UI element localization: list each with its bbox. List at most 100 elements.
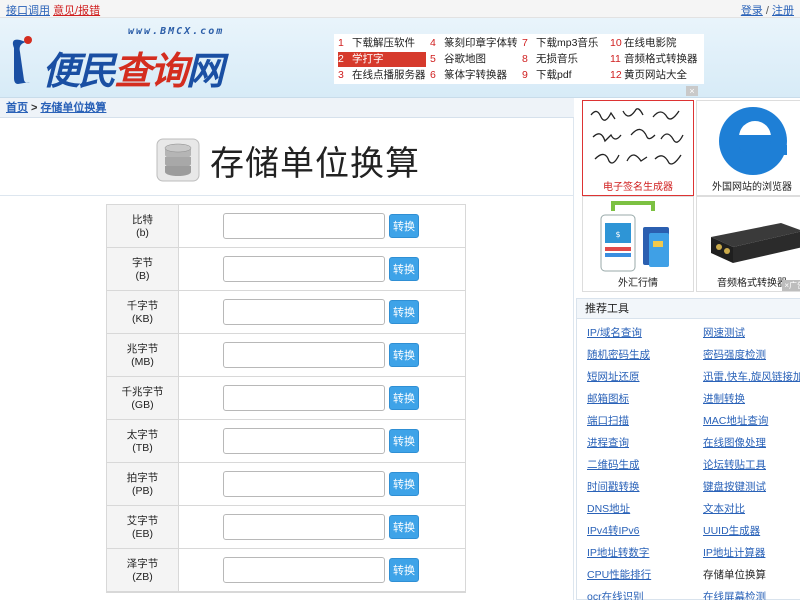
hot-link-12[interactable]: 12 黄页网站大全	[610, 68, 687, 83]
site-logo[interactable]: www.BMCX.com 便民查询网	[8, 24, 248, 93]
breadcrumb-current[interactable]: 存储单位换算	[40, 102, 106, 114]
convert-button[interactable]: 转换	[389, 300, 419, 324]
eb-input[interactable]	[223, 514, 385, 540]
convert-button[interactable]: 转换	[389, 515, 419, 539]
hot-link-label: 音频格式转换器	[624, 53, 698, 65]
tool-link[interactable]: IP地址转数字	[587, 545, 649, 560]
logo-brand: 便民查询网	[42, 40, 224, 95]
gb-input[interactable]	[223, 385, 385, 411]
audio-converter-device-icon	[711, 223, 800, 263]
tool-link[interactable]: CPU性能排行	[587, 567, 651, 582]
logo-brand-blue: 便民	[42, 49, 116, 93]
unit-abbr: (TB)	[132, 442, 153, 454]
unit-name: 字节	[132, 257, 153, 269]
ad-audio-converter[interactable]: 音频格式转换器 ×广告	[696, 196, 800, 292]
unit-name: 拍字节	[126, 472, 159, 484]
ad-signature[interactable]: 电子签名生成器	[582, 100, 694, 196]
tool-link[interactable]: 进制转换	[703, 391, 745, 406]
hot-link-3[interactable]: 3 在线点播服务器	[338, 68, 426, 83]
unit-label: 比特 (b)	[107, 205, 179, 247]
hot-link-4[interactable]: 4 篆刻印章字体转	[430, 36, 518, 51]
hot-link-num: 8	[522, 53, 528, 65]
converter-table: 比特 (b) 转换 字节 (B) 转换 千字节 (KB) 转换 兆字节 (MB) 转换 …	[106, 204, 466, 593]
byte-input[interactable]	[223, 256, 385, 282]
convert-button[interactable]: 转换	[389, 257, 419, 281]
tool-link[interactable]: 在线图像处理	[703, 435, 766, 450]
hot-link-num: 5	[430, 53, 436, 65]
unit-label: 字节 (B)	[107, 248, 179, 290]
pb-input[interactable]	[223, 471, 385, 497]
site-header: www.BMCX.com 便民查询网 1 下载解压软件 2 学打字 3 在线点播服务器…	[0, 18, 800, 98]
tool-link[interactable]: 密码强度检测	[703, 347, 766, 362]
tools-heading: 推荐工具	[577, 299, 800, 319]
tool-link[interactable]: 文本对比	[703, 501, 745, 516]
tb-input[interactable]	[223, 428, 385, 454]
tool-link[interactable]: 二维码生成	[587, 457, 640, 472]
unit-abbr: (GB)	[131, 399, 154, 411]
hot-links-close-icon[interactable]: ×	[686, 86, 698, 96]
value-cell: 转换	[179, 549, 467, 591]
tool-link[interactable]: 邮箱图标	[587, 391, 629, 406]
feedback-link[interactable]: 意见/报错	[53, 5, 100, 17]
ad-browser[interactable]: 外国网站的浏览器	[696, 100, 800, 196]
register-link[interactable]: 注册	[772, 5, 794, 17]
tool-link[interactable]: UUID生成器	[703, 523, 760, 538]
hot-link-2[interactable]: 2 学打字	[338, 52, 426, 67]
tool-link[interactable]: 时间戳转换	[587, 479, 640, 494]
zb-input[interactable]	[223, 557, 385, 583]
ad-forex[interactable]: $ 外汇行情	[582, 196, 694, 292]
tool-link[interactable]: 网速测试	[703, 325, 745, 340]
signature-image-icon	[590, 108, 684, 165]
tool-link[interactable]: MAC地址查询	[703, 413, 768, 428]
converter-row-bit: 比特 (b) 转换	[107, 205, 465, 248]
value-cell: 转换	[179, 205, 467, 247]
tool-link[interactable]: 键盘按键测试	[703, 479, 766, 494]
tool-link[interactable]: 论坛转贴工具	[703, 457, 766, 472]
tool-link[interactable]: 随机密码生成	[587, 347, 650, 362]
hot-link-7[interactable]: 7 下载mp3音乐	[522, 36, 598, 51]
convert-button[interactable]: 转换	[389, 429, 419, 453]
hot-link-11[interactable]: 11 音频格式转换器	[610, 52, 698, 67]
tool-link[interactable]: IPv4转IPv6	[587, 523, 640, 538]
top-bar-right: 登录 / 注册	[741, 2, 794, 18]
unit-name: 太字节	[126, 429, 159, 441]
tool-link[interactable]: 端口扫描	[587, 413, 629, 428]
tool-link[interactable]: 在线屏幕检测	[703, 589, 766, 600]
login-link[interactable]: 登录	[741, 5, 763, 17]
hot-link-5[interactable]: 5 谷歌地图	[430, 52, 486, 67]
mb-input[interactable]	[223, 342, 385, 368]
hot-link-8[interactable]: 8 无损音乐	[522, 52, 578, 67]
hot-link-1[interactable]: 1 下载解压软件	[338, 36, 415, 51]
convert-button[interactable]: 转换	[389, 558, 419, 582]
value-cell: 转换	[179, 291, 467, 333]
unit-label: 泽字节 (ZB)	[107, 549, 179, 591]
convert-button[interactable]: 转换	[389, 343, 419, 367]
unit-abbr: (ZB)	[132, 571, 153, 583]
tool-link[interactable]: IP地址计算器	[703, 545, 765, 560]
value-cell: 转换	[179, 506, 467, 548]
top-bar: 接口调用 意见/报错 登录 / 注册	[0, 0, 800, 18]
value-cell: 转换	[179, 377, 467, 419]
converter-row-pb: 拍字节 (PB) 转换	[107, 463, 465, 506]
api-link[interactable]: 接口调用	[6, 5, 50, 17]
ad-close-icon[interactable]: ×广告	[782, 280, 800, 291]
value-cell: 转换	[179, 420, 467, 462]
tool-link-current[interactable]: 存储单位换算	[703, 567, 766, 582]
tool-link[interactable]: 进程查询	[587, 435, 629, 450]
convert-button[interactable]: 转换	[389, 472, 419, 496]
tool-link[interactable]: DNS地址	[587, 501, 630, 516]
hot-link-6[interactable]: 6 篆体字转换器	[430, 68, 507, 83]
unit-abbr: (KB)	[132, 313, 153, 325]
tool-link[interactable]: 短网址还原	[587, 369, 640, 384]
kb-input[interactable]	[223, 299, 385, 325]
convert-button[interactable]: 转换	[389, 386, 419, 410]
hot-link-9[interactable]: 9 下载pdf	[522, 68, 572, 83]
convert-button[interactable]: 转换	[389, 214, 419, 238]
hot-link-10[interactable]: 10 在线电影院	[610, 36, 677, 51]
bit-input[interactable]	[223, 213, 385, 239]
breadcrumb-home[interactable]: 首页	[6, 102, 28, 114]
hot-link-label: 在线电影院	[624, 37, 677, 49]
tool-link[interactable]: 迅雷,快车,旋风链接加密	[703, 369, 800, 384]
tool-link[interactable]: IP/域名查询	[587, 325, 642, 340]
tool-link[interactable]: ocr在线识别	[587, 589, 644, 600]
